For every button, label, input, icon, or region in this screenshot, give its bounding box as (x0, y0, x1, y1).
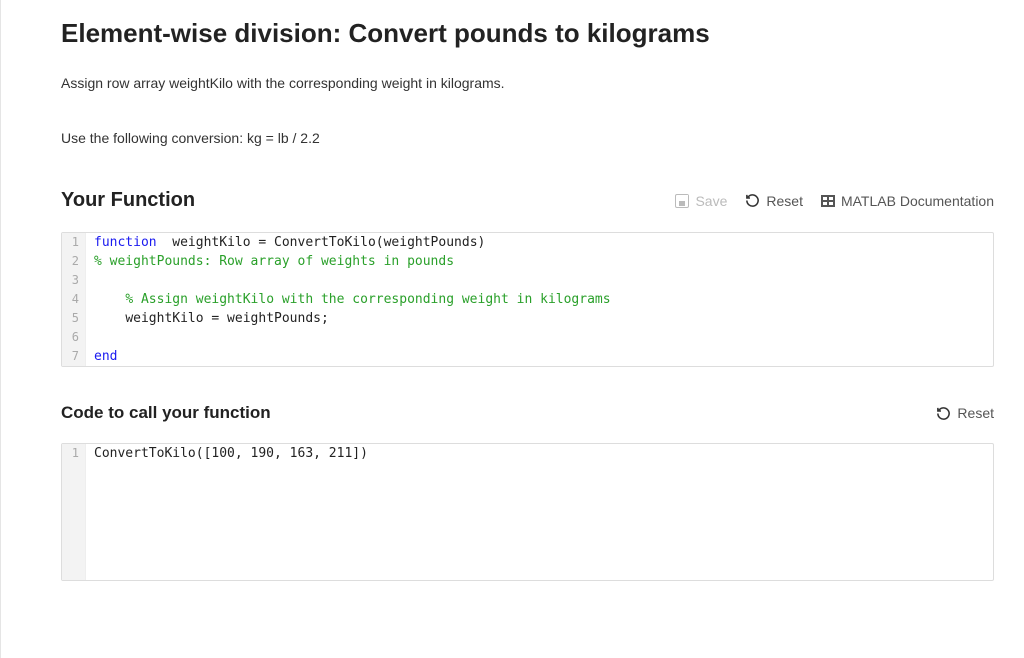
matlab-docs-button[interactable]: MATLAB Documentation (821, 193, 994, 209)
line-number: 7 (62, 347, 86, 366)
your-function-header: Your Function Save Reset MATLAB Document… (61, 189, 994, 212)
save-button[interactable]: Save (675, 193, 727, 209)
instruction-primary: Assign row array weightKilo with the cor… (61, 73, 994, 94)
save-icon (675, 194, 689, 208)
reset-button[interactable]: Reset (745, 193, 803, 209)
line-number: 1 (62, 233, 86, 252)
line-number: 5 (62, 309, 86, 328)
call-function-header: Code to call your function Reset (61, 403, 994, 423)
code-line: 5 weightKilo = weightPounds; (62, 309, 993, 328)
call-function-editor[interactable]: 1ConvertToKilo([100, 190, 163, 211]) (61, 443, 994, 581)
line-number: 4 (62, 290, 86, 309)
line-number: 2 (62, 252, 86, 271)
code-line: 2% weightPounds: Row array of weights in… (62, 252, 993, 271)
reset-icon (936, 406, 951, 421)
line-number: 3 (62, 271, 86, 290)
page-container: Element-wise division: Convert pounds to… (0, 0, 1024, 658)
code-line: 4 % Assign weightKilo with the correspon… (62, 290, 993, 309)
docs-label: MATLAB Documentation (841, 193, 994, 209)
line-number: 6 (62, 328, 86, 347)
save-label: Save (695, 193, 727, 209)
call-reset-button[interactable]: Reset (936, 405, 994, 421)
instruction-secondary: Use the following conversion: kg = lb / … (61, 128, 994, 149)
call-function-toolbar: Reset (936, 405, 994, 421)
code-line: 3 (62, 271, 993, 290)
code-line: 1function weightKilo = ConvertToKilo(wei… (62, 233, 993, 252)
code-line: 7end (62, 347, 993, 366)
code-line: 6 (62, 328, 993, 347)
reset-label: Reset (766, 193, 803, 209)
code-line: 1ConvertToKilo([100, 190, 163, 211]) (62, 444, 993, 463)
call-reset-label: Reset (957, 405, 994, 421)
call-function-title: Code to call your function (61, 403, 271, 423)
reset-icon (745, 193, 760, 208)
your-function-toolbar: Save Reset MATLAB Documentation (675, 193, 994, 209)
your-function-editor[interactable]: 1function weightKilo = ConvertToKilo(wei… (61, 232, 994, 367)
page-title: Element-wise division: Convert pounds to… (61, 18, 994, 49)
docs-icon (821, 195, 835, 207)
line-number: 1 (62, 444, 86, 463)
your-function-title: Your Function (61, 189, 195, 212)
